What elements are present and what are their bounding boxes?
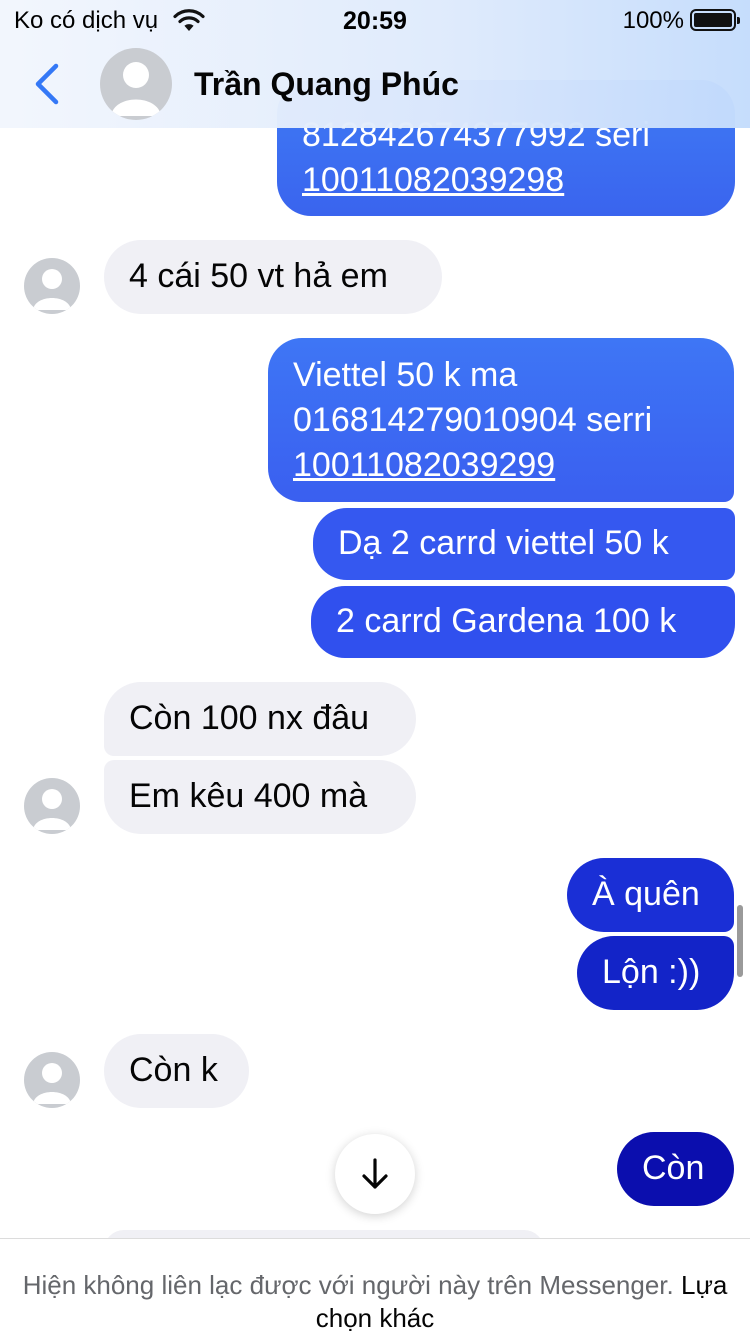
contact-avatar-small[interactable]: [24, 778, 80, 834]
message-text-link[interactable]: 10011082039298: [302, 158, 735, 203]
message-bubble-incoming-partial: [104, 1230, 544, 1238]
unavailable-footer: Hiện không liên lạc được với người này t…: [0, 1238, 750, 1334]
message-text: 2 carrd Gardena 100 k: [336, 602, 677, 640]
chat-header: Ko có dịch vụ 20:59 100% Trần Quang Phúc: [0, 0, 750, 128]
message-bubble-outgoing[interactable]: Dạ 2 carrd viettel 50 k: [313, 508, 735, 580]
message-text-link[interactable]: 10011082039299: [293, 443, 734, 488]
message-bubble-incoming[interactable]: Em kêu 400 mà: [104, 760, 416, 834]
back-button[interactable]: [26, 56, 70, 112]
message-text: Còn 100 nx đâu: [129, 699, 370, 737]
message-bubble-incoming[interactable]: Còn k: [104, 1034, 249, 1108]
battery-percent: 100%: [622, 7, 684, 34]
message-bubble-outgoing[interactable]: Viettel 50 k ma 016814279010904 serri 10…: [268, 338, 734, 502]
default-avatar-icon: [33, 269, 71, 310]
contact-avatar-small[interactable]: [24, 258, 80, 314]
contact-avatar-small[interactable]: [24, 1052, 80, 1108]
message-bubble-incoming[interactable]: 4 cái 50 vt hả em: [104, 240, 442, 314]
message-bubble-outgoing[interactable]: 2 carrd Gardena 100 k: [311, 586, 735, 658]
scroll-to-bottom-button[interactable]: [335, 1134, 415, 1214]
message-text: Lộn :)): [602, 953, 701, 991]
message-text: À quên: [592, 875, 700, 913]
message-text: Em kêu 400 mà: [129, 777, 368, 815]
message-text: Còn k: [129, 1051, 218, 1089]
message-text-line: Viettel 50 k ma: [293, 356, 518, 394]
contact-name[interactable]: Trần Quang Phúc: [194, 62, 459, 106]
scrollbar[interactable]: [737, 905, 743, 977]
default-avatar-icon: [111, 62, 161, 116]
arrow-down-icon: [362, 1158, 388, 1189]
message-text: Dạ 2 carrd viettel 50 k: [338, 524, 669, 562]
message-text: Còn: [642, 1149, 705, 1187]
chevron-left-icon: [35, 63, 59, 105]
message-text-line: 016814279010904 serri: [293, 401, 653, 439]
contact-avatar[interactable]: [100, 48, 172, 120]
default-avatar-icon: [33, 789, 71, 830]
unavailable-notice: Hiện không liên lạc được với người này t…: [0, 1269, 750, 1334]
default-avatar-icon: [33, 1063, 71, 1104]
message-bubble-outgoing[interactable]: Còn: [617, 1132, 734, 1206]
message-bubble-outgoing[interactable]: Lộn :)): [577, 936, 734, 1010]
battery-icon: [690, 9, 740, 31]
status-bar: Ko có dịch vụ 20:59 100%: [0, 0, 750, 40]
message-bubble-incoming[interactable]: Còn 100 nx đâu: [104, 682, 416, 756]
message-list[interactable]: 812842674377992 seri 10011082039298 4 cá…: [0, 0, 750, 1238]
message-text: 4 cái 50 vt hả em: [129, 257, 388, 295]
message-bubble-outgoing[interactable]: À quên: [567, 858, 734, 932]
messenger-chat-screen: 812842674377992 seri 10011082039298 4 cá…: [0, 0, 750, 1334]
notice-text: Hiện không liên lạc được với người này t…: [22, 1270, 674, 1300]
